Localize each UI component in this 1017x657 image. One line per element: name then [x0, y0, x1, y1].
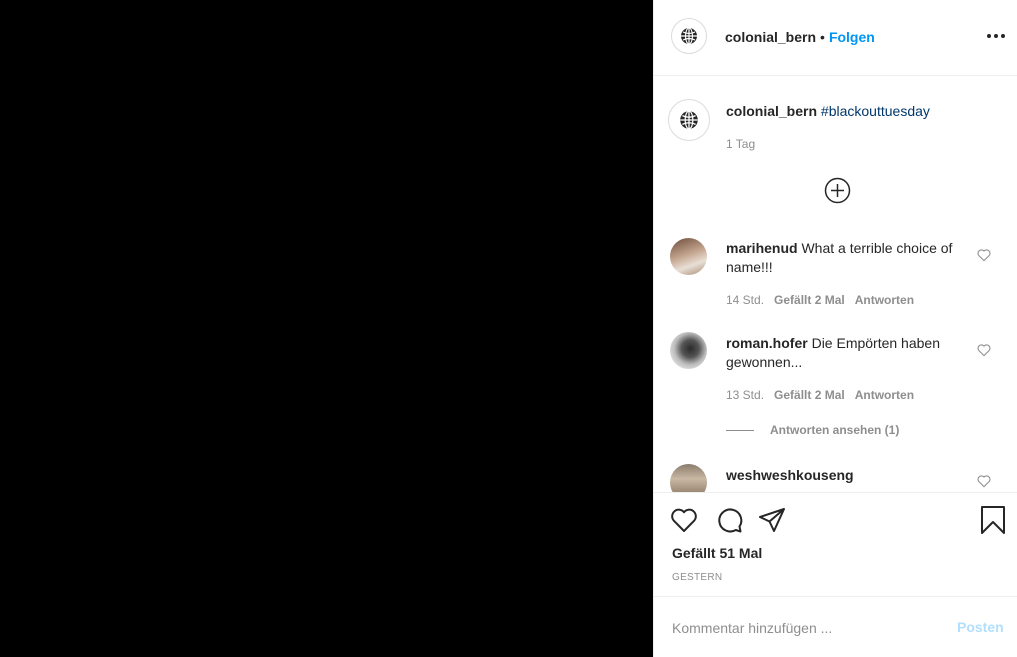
divider-line: [726, 429, 754, 431]
post-header: colonial_bern • Folgen: [654, 0, 1017, 76]
comment-text: marihenud What a terrible choice of name…: [726, 239, 971, 277]
comment-time: 13 Std.: [726, 388, 765, 402]
caption-username[interactable]: colonial_bern: [726, 103, 817, 119]
view-replies-label: Antworten ansehen (1): [770, 423, 900, 437]
comment-username[interactable]: marihenud: [726, 240, 798, 256]
comment-username[interactable]: roman.hofer: [726, 335, 808, 351]
comment-reply-button[interactable]: Antworten: [855, 388, 914, 402]
comment-input[interactable]: [672, 615, 952, 641]
comment-like-heart-icon[interactable]: [976, 473, 992, 489]
caption-time: 1 Tag: [726, 137, 756, 151]
follow-button[interactable]: Folgen: [829, 29, 875, 45]
comment-username[interactable]: weshweshkouseng: [726, 467, 854, 483]
comments-list[interactable]: colonial_bern #blackouttuesday 1 Tag mar…: [654, 77, 1017, 492]
like-heart-icon[interactable]: [669, 505, 699, 535]
caption-avatar[interactable]: [668, 99, 710, 141]
add-comment-bar: Posten: [654, 596, 1017, 657]
commenter-avatar[interactable]: [670, 464, 707, 492]
globe-logo-icon: [680, 110, 698, 130]
comment-time: 14 Std.: [726, 293, 765, 307]
view-replies-button[interactable]: Antworten ansehen (1): [726, 423, 899, 437]
post-media-black[interactable]: [0, 0, 653, 657]
commenter-avatar[interactable]: [670, 332, 707, 369]
likes-count[interactable]: Gefällt 51 Mal: [672, 545, 762, 561]
caption-hashtag[interactable]: #blackouttuesday: [821, 103, 930, 119]
more-options-icon[interactable]: [984, 30, 1008, 42]
load-more-comments-button[interactable]: [824, 177, 851, 204]
post-actions: Gefällt 51 Mal GESTERN: [654, 492, 1017, 596]
caption-text: colonial_bern #blackouttuesday: [726, 102, 986, 121]
comment-meta: 14 Std. Gefällt 2 Mal Antworten: [726, 292, 914, 308]
comment-like-heart-icon[interactable]: [976, 247, 992, 263]
comment-likes[interactable]: Gefällt 2 Mal: [774, 293, 845, 307]
share-send-icon[interactable]: [757, 505, 787, 535]
bookmark-icon[interactable]: [978, 505, 1008, 535]
commenter-avatar[interactable]: [670, 238, 707, 275]
post-date: GESTERN: [672, 572, 723, 583]
comment-text: roman.hofer Die Empörten haben gewonnen.…: [726, 334, 971, 372]
post-comment-button[interactable]: Posten: [957, 619, 1004, 635]
comment-like-heart-icon[interactable]: [976, 342, 992, 358]
comment-likes[interactable]: Gefällt 2 Mal: [774, 388, 845, 402]
separator-dot: •: [820, 29, 825, 45]
comment-meta: 13 Std. Gefällt 2 Mal Antworten: [726, 387, 914, 403]
comment-reply-button[interactable]: Antworten: [855, 293, 914, 307]
comment-bubble-icon[interactable]: [714, 505, 744, 535]
header-text: colonial_bern • Folgen: [725, 28, 875, 46]
header-username[interactable]: colonial_bern: [725, 29, 816, 45]
plus-circle-icon: [824, 177, 851, 204]
globe-logo-icon: [681, 27, 697, 45]
profile-avatar[interactable]: [671, 18, 707, 54]
comment-text: weshweshkouseng: [726, 466, 971, 485]
post-side-panel: colonial_bern • Folgen colonial_bern #blac…: [653, 0, 1017, 657]
